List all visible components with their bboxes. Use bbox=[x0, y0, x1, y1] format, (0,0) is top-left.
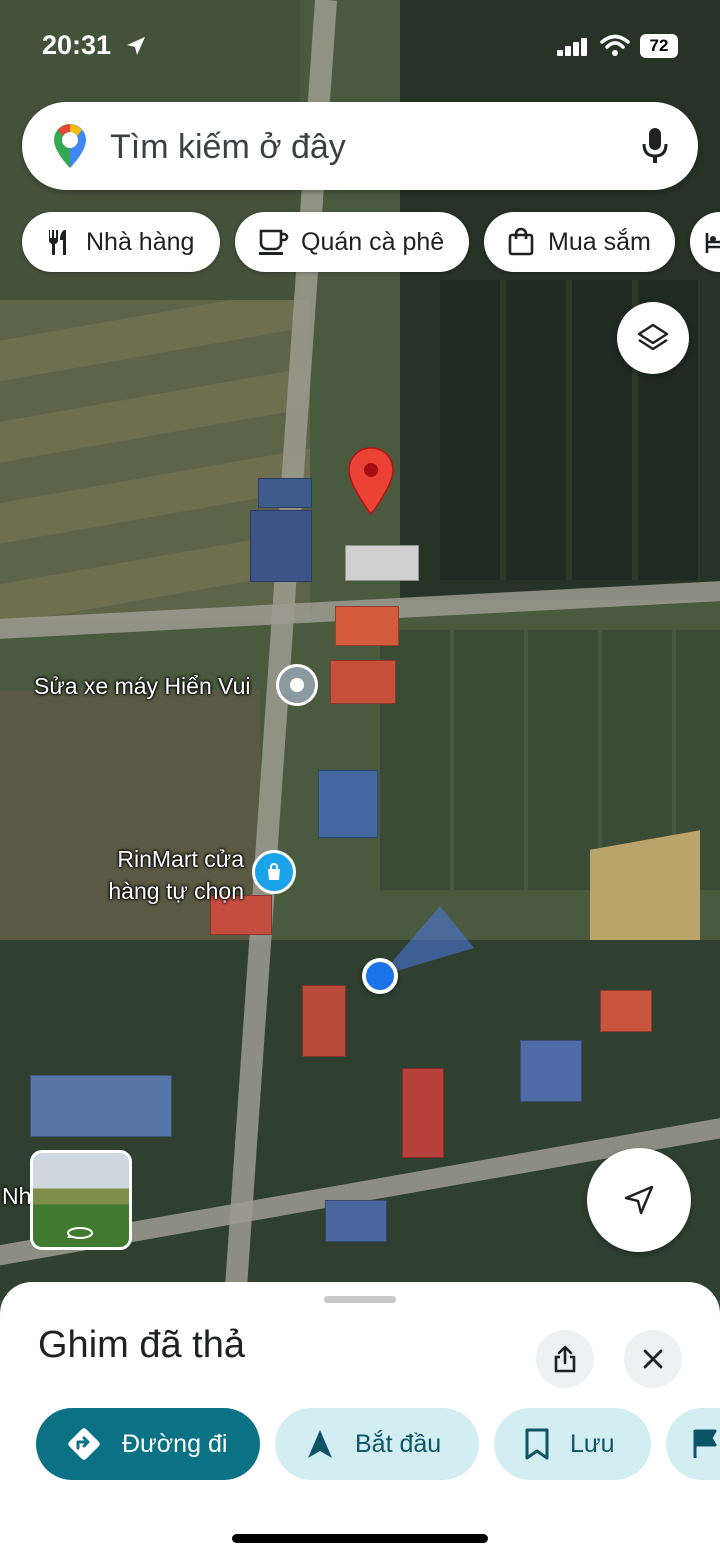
street-view-thumbnail[interactable] bbox=[30, 1150, 132, 1250]
start-label: Bắt đầu bbox=[355, 1429, 442, 1458]
restaurant-icon bbox=[48, 230, 66, 255]
hotel-icon bbox=[705, 233, 720, 253]
map-view[interactable]: Sửa xe máy Hiển Vui RinMart cửa hàng tự … bbox=[0, 0, 720, 1300]
status-bar: 20:31 72 bbox=[0, 0, 720, 90]
chip-coffee[interactable]: Quán cà phê bbox=[235, 212, 469, 272]
share-icon bbox=[554, 1345, 576, 1373]
chip-label: Quán cà phê bbox=[301, 227, 445, 256]
close-icon bbox=[643, 1349, 663, 1369]
more-action-button[interactable] bbox=[666, 1408, 720, 1480]
building bbox=[318, 770, 378, 838]
building bbox=[345, 545, 419, 581]
building bbox=[335, 606, 399, 646]
layers-button[interactable] bbox=[617, 302, 689, 374]
home-indicator bbox=[232, 1534, 488, 1543]
poi-label[interactable]: Sửa xe máy Hiển Vui bbox=[34, 670, 251, 702]
share-button[interactable] bbox=[536, 1330, 594, 1388]
poi-label-line: hàng tự chọn bbox=[108, 878, 244, 904]
navigation-arrow-icon bbox=[624, 1185, 654, 1215]
directions-label: Đường đi bbox=[122, 1429, 228, 1458]
view-direction-cone bbox=[380, 906, 474, 976]
building bbox=[302, 985, 346, 1057]
my-location-dot bbox=[362, 958, 398, 994]
place-sheet[interactable]: Ghim đã thả Đường đi Bắt đầu Lưu bbox=[0, 1282, 720, 1559]
search-bar[interactable]: Tìm kiếm ở đây bbox=[22, 102, 698, 190]
coffee-icon bbox=[259, 229, 289, 255]
save-label: Lưu bbox=[570, 1429, 615, 1458]
directions-icon bbox=[68, 1428, 100, 1460]
signal-icon bbox=[557, 38, 587, 56]
save-button[interactable]: Lưu bbox=[494, 1408, 651, 1480]
chip-restaurants[interactable]: Nhà hàng bbox=[22, 212, 220, 272]
sheet-title: Ghim đã thả bbox=[38, 1324, 245, 1366]
chip-shopping[interactable]: Mua sắm bbox=[484, 212, 675, 272]
drag-handle[interactable] bbox=[324, 1296, 396, 1303]
poi-label-line: RinMart cửa bbox=[117, 846, 244, 872]
directions-button[interactable]: Đường đi bbox=[36, 1408, 260, 1480]
poi-label-partial: Nh bbox=[2, 1183, 32, 1209]
building bbox=[30, 1075, 172, 1137]
close-button[interactable] bbox=[624, 1330, 682, 1388]
status-time: 20:31 bbox=[42, 30, 112, 60]
maps-logo-icon bbox=[54, 124, 86, 168]
location-arrow-icon bbox=[127, 37, 145, 55]
shopping-bag-icon bbox=[508, 227, 534, 256]
navigation-icon bbox=[308, 1430, 332, 1458]
microphone-icon[interactable] bbox=[640, 126, 670, 166]
shopping-icon[interactable] bbox=[252, 850, 296, 894]
wifi-icon bbox=[600, 34, 630, 56]
building bbox=[258, 478, 312, 508]
layers-icon bbox=[637, 323, 669, 351]
dropped-pin-icon bbox=[348, 447, 394, 516]
building bbox=[330, 660, 396, 704]
place-pin-icon[interactable] bbox=[276, 664, 318, 706]
building bbox=[520, 1040, 582, 1102]
poi-label[interactable]: RinMart cửa hàng tự chọn bbox=[86, 843, 244, 907]
bookmark-icon bbox=[525, 1428, 549, 1460]
flag-icon bbox=[693, 1429, 717, 1458]
my-location-button[interactable] bbox=[587, 1148, 691, 1252]
360-rotate-icon bbox=[65, 1225, 95, 1241]
building bbox=[402, 1068, 444, 1158]
building bbox=[250, 510, 312, 582]
chip-label: Mua sắm bbox=[548, 227, 651, 256]
start-button[interactable]: Bắt đầu bbox=[275, 1408, 479, 1480]
battery-indicator: 72 bbox=[640, 34, 678, 58]
building bbox=[325, 1200, 387, 1242]
building bbox=[600, 990, 652, 1032]
chip-label: Nhà hàng bbox=[86, 227, 195, 256]
search-placeholder[interactable]: Tìm kiếm ở đây bbox=[110, 128, 346, 167]
